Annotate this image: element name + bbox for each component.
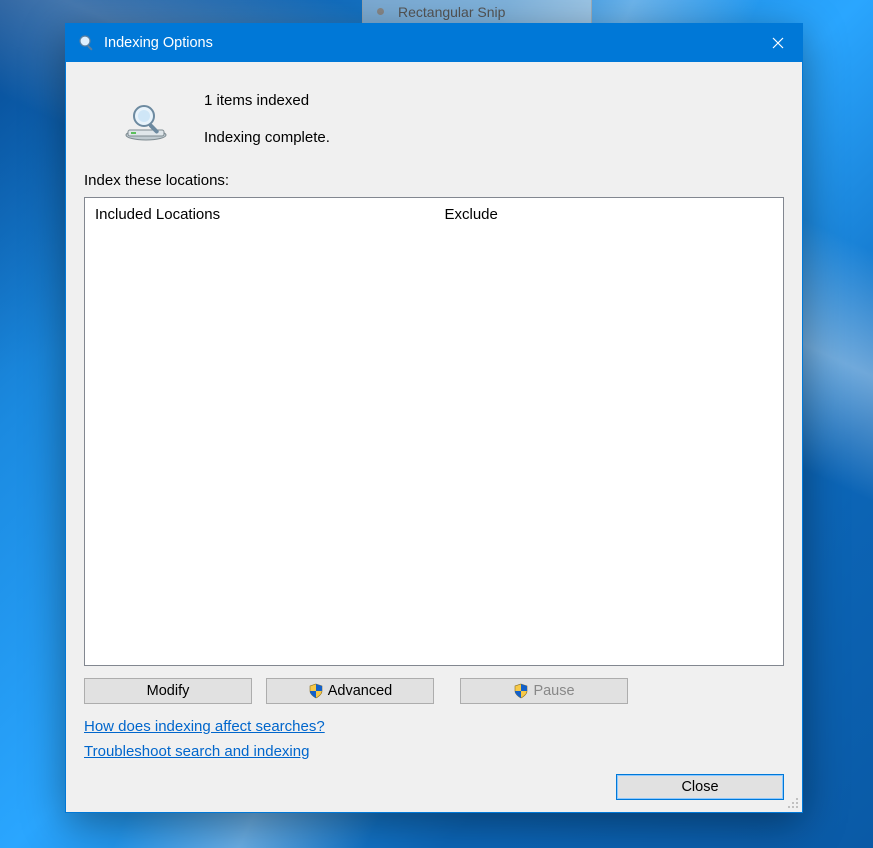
action-buttons-row: Modify Advanced [84,678,784,704]
uac-shield-icon [513,683,529,699]
help-links: How does indexing affect searches? Troub… [84,718,784,760]
indexing-options-icon [78,34,96,52]
locations-section-label: Index these locations: [84,172,784,189]
window-content: 1 items indexed Indexing complete. Index… [66,62,802,812]
close-window-button[interactable] [754,24,802,62]
resize-grip-icon[interactable] [785,795,799,809]
window-title: Indexing Options [104,35,754,51]
how-indexing-affects-searches-link[interactable]: How does indexing affect searches? [84,718,325,735]
pause-button: Pause [460,678,628,704]
titlebar[interactable]: Indexing Options [66,24,802,62]
close-button[interactable]: Close [616,774,784,800]
included-locations-column: Included Locations [85,198,435,665]
exclude-header: Exclude [445,206,774,223]
locations-list[interactable]: Included Locations Exclude [84,197,784,666]
troubleshoot-link[interactable]: Troubleshoot search and indexing [84,743,309,760]
close-icon [772,37,784,49]
modify-button-label: Modify [147,683,190,699]
items-indexed-count: 1 items indexed [204,92,330,109]
bullet-icon [377,8,384,15]
included-locations-header: Included Locations [95,206,424,223]
snip-label: Rectangular Snip [398,4,505,20]
uac-shield-icon [308,683,324,699]
status-section: 1 items indexed Indexing complete. [84,80,784,172]
indexing-options-window: Indexing Options [65,23,803,813]
pause-button-label: Pause [533,683,574,699]
close-button-label: Close [681,779,718,795]
modify-button[interactable]: Modify [84,678,252,704]
search-drive-icon [120,102,172,142]
snip-toolbar-remnant: Rectangular Snip [362,0,592,24]
advanced-button-label: Advanced [328,683,393,699]
indexing-state: Indexing complete. [204,129,330,146]
advanced-button[interactable]: Advanced [266,678,434,704]
exclude-column: Exclude [435,198,784,665]
footer: Close [84,774,784,800]
desktop-background: Rectangular Snip Indexing Options [0,0,873,848]
